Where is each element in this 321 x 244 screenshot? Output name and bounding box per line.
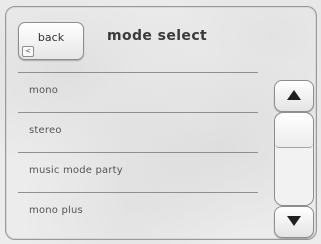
list-item-mono-plus[interactable]: mono plus — [18, 193, 258, 230]
list-item-mono[interactable]: mono — [18, 73, 258, 110]
back-arrow-icon: < — [22, 46, 34, 57]
page-title: mode select — [107, 28, 208, 44]
list-item-label: stereo — [29, 125, 62, 136]
triangle-up-icon — [287, 90, 301, 100]
scroll-down-button[interactable] — [274, 206, 314, 238]
triangle-down-icon — [287, 216, 301, 226]
list-item-label: music mode party — [29, 165, 123, 176]
scrollbar-track[interactable] — [274, 112, 314, 206]
list-item-music-mode-party[interactable]: music mode party — [18, 153, 258, 190]
list-item-label: mono — [29, 85, 59, 96]
back-button-label: back — [37, 31, 65, 44]
scroll-up-button[interactable] — [274, 80, 314, 112]
list-item-stereo[interactable]: stereo — [18, 113, 258, 150]
mode-list: mono stereo music mode party mono plus — [18, 72, 258, 234]
scrollbar-thumb[interactable] — [275, 113, 313, 148]
back-button[interactable]: back < — [18, 22, 84, 60]
list-item-label: mono plus — [29, 205, 83, 216]
mode-select-screen: back < mode select mono stereo music mod… — [0, 0, 321, 244]
